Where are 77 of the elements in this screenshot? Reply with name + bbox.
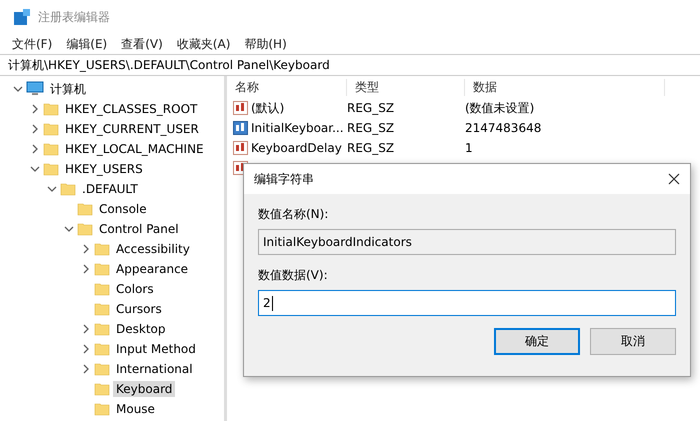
tree-item[interactable]: HKEY_LOCAL_MACHINE [62,141,207,157]
column-header[interactable]: 数据 [465,78,665,96]
table-cell-text: REG_SZ [347,121,396,135]
dialog-title: 编辑字符串 [254,170,314,188]
folder-icon [60,181,76,197]
table-cell-text: KeyboardDelay [251,141,343,155]
folder-icon [94,281,110,297]
column-header[interactable]: 类型 [347,78,465,96]
table-cell-text: 1 [465,141,474,155]
menu-item[interactable]: 编辑(E) [66,36,108,52]
string-value-icon [233,140,249,156]
chevron-right-icon[interactable] [30,104,40,114]
chevron-right-icon[interactable] [81,244,91,254]
window-title: 注册表编辑器 [38,8,110,26]
folder-icon [77,221,93,237]
table-cell-text: (默认) [251,100,286,116]
menu-item[interactable]: 查看(V) [121,36,163,52]
folder-icon [77,201,93,217]
tree-item[interactable]: 计算机 [47,80,89,98]
tree-item[interactable]: .DEFAULT [79,181,141,197]
table-cell-text: InitialKeyboar... [251,121,345,135]
tree-item[interactable]: Console [96,201,150,217]
value-data-field[interactable]: 2 [258,290,676,316]
menu-item[interactable]: 帮助(H) [244,36,287,52]
menu-item[interactable]: 文件(F) [12,36,52,52]
table-cell-text: REG_SZ [347,101,396,115]
chevron-right-icon[interactable] [30,124,40,134]
tree-item[interactable]: International [113,361,196,377]
registry-editor-icon [14,9,30,25]
string-value-icon [233,120,249,136]
folder-icon [43,161,59,177]
chevron-right-icon[interactable] [30,144,40,154]
table-cell-text: (数值未设置) [465,100,536,116]
close-icon[interactable] [668,173,680,185]
folder-icon [94,241,110,257]
folder-icon [94,321,110,337]
folder-icon [43,141,59,157]
folder-icon [94,401,110,417]
column-header[interactable]: 名称 [227,78,347,96]
chevron-right-icon[interactable] [81,364,91,374]
string-value-icon [233,100,249,116]
tree-item[interactable]: Cursors [113,301,165,317]
chevron-down-icon[interactable] [13,84,23,94]
folder-icon [94,301,110,317]
table-cell-text: 2147483648 [465,121,542,135]
tree-item[interactable]: Colors [113,281,157,297]
tree-item[interactable]: Appearance [113,261,192,277]
menu-item[interactable]: 收藏夹(A) [176,36,230,52]
tree-item[interactable]: Accessibility [113,241,193,257]
folder-icon [43,121,59,137]
folder-icon [94,261,110,277]
tree-item[interactable]: HKEY_CURRENT_USER [62,121,202,137]
chevron-down-icon[interactable] [64,224,74,234]
dialog-button[interactable]: 确定 [494,328,580,355]
folder-icon [94,361,110,377]
folder-icon [94,381,110,397]
chevron-down-icon[interactable] [30,164,40,174]
tree-item[interactable]: Control Panel [96,221,182,237]
dialog-button[interactable]: 取消 [590,328,676,355]
field-label: 数值数据(V): [258,267,329,284]
computer-icon [26,81,44,97]
folder-icon [43,101,59,117]
tree-item[interactable]: HKEY_USERS [62,161,146,177]
field-label: 数值名称(N): [258,206,330,223]
value-name-field[interactable]: InitialKeyboardIndicators [258,229,676,255]
tree-item[interactable]: Desktop [113,321,168,337]
table-cell-text: REG_SZ [347,141,396,155]
address-bar[interactable]: 计算机\HKEY_USERS\.DEFAULT\Control Panel\Keyboard [0,54,700,76]
tree-item[interactable]: Keyboard [113,381,176,397]
chevron-right-icon[interactable] [81,344,91,354]
chevron-down-icon[interactable] [47,184,57,194]
tree-item[interactable]: HKEY_CLASSES_ROOT [62,101,200,117]
folder-icon [94,341,110,357]
tree-item[interactable]: Input Method [113,341,199,357]
chevron-right-icon[interactable] [81,324,91,334]
tree-item[interactable]: Mouse [113,401,158,417]
chevron-right-icon[interactable] [81,264,91,274]
